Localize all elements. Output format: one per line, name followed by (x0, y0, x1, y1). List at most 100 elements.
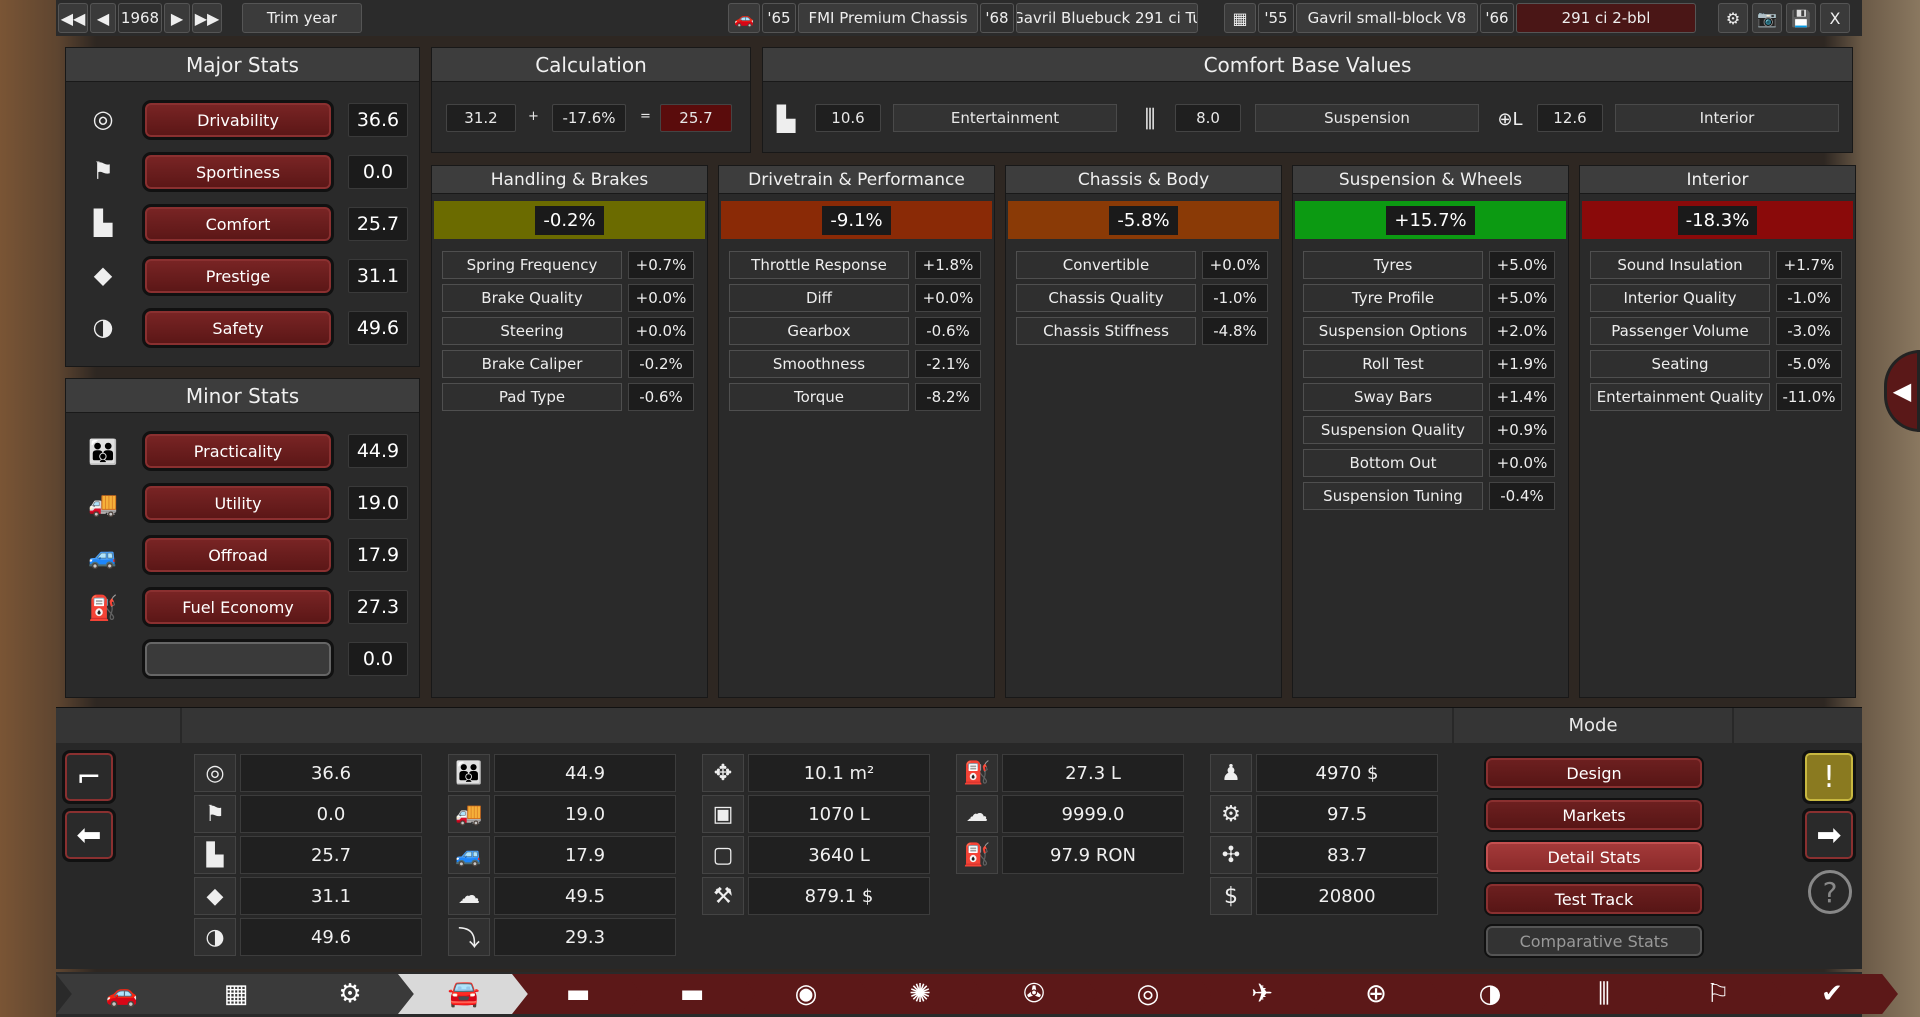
comfort-button[interactable]: Comfort (142, 204, 334, 244)
summary-value: 1070 L (748, 795, 930, 833)
category-total-bar: -5.8% (1008, 201, 1279, 239)
save-button[interactable]: 💾 (1786, 3, 1816, 33)
variant-year: '66 (1480, 3, 1514, 33)
back-button[interactable]: ⬅ (62, 808, 116, 862)
fuel-economy-button[interactable]: Fuel Economy (142, 587, 334, 627)
settings-button[interactable]: ⚙ (1718, 3, 1748, 33)
factor-name[interactable]: Roll Test (1303, 350, 1483, 378)
tab-car-shape[interactable]: 🚘 (398, 974, 530, 1014)
safety-button[interactable]: Safety (142, 308, 334, 348)
mode-markets-button[interactable]: Markets (1484, 798, 1704, 832)
tab-engine-block[interactable]: ▦ (170, 974, 302, 1014)
comfort-value: 25.7 (348, 207, 408, 241)
drivability-button[interactable]: Drivability (142, 100, 334, 140)
practicality-button[interactable]: Practicality (142, 431, 334, 471)
fuel-pump-icon: ⛽ (956, 836, 998, 874)
factor-name[interactable]: Sound Insulation (1590, 251, 1770, 279)
tab-suspension-parts[interactable]: ⚙ (284, 974, 416, 1014)
tyres-icon: ◎ (1136, 979, 1160, 1009)
factor-name[interactable]: Suspension Tuning (1303, 482, 1483, 510)
mode-design-button[interactable]: Design (1484, 756, 1704, 790)
screenshot-button[interactable]: 📷 (1752, 3, 1782, 33)
prestige-button[interactable]: Prestige (142, 256, 334, 296)
gear-icon: ⚙ (1725, 8, 1741, 28)
factor-name[interactable]: Throttle Response (729, 251, 909, 279)
utility-button[interactable]: Utility (142, 483, 334, 523)
calc-modifier: -17.6% (552, 104, 626, 132)
factor-name[interactable]: Tyre Profile (1303, 284, 1483, 312)
category-total-value: -18.3% (1677, 205, 1758, 235)
graph-button[interactable]: ⌐ (62, 750, 116, 804)
tab-safety[interactable]: ◑ (1424, 974, 1556, 1014)
factor-name[interactable]: Gearbox (729, 317, 909, 345)
brakes-icon: ✺ (909, 979, 931, 1009)
factor-value: +0.0% (628, 284, 694, 312)
trim-year-button[interactable]: Trim year (242, 3, 362, 33)
tab-fixtures[interactable]: ▬ (626, 974, 758, 1014)
next-button[interactable]: ➡ (1802, 808, 1856, 862)
offroad-button[interactable]: Offroad (142, 535, 334, 575)
mode-comparative-stats-button: Comparative Stats (1484, 924, 1704, 958)
close-button[interactable]: X (1820, 3, 1850, 33)
tab-car-body[interactable]: 🚗 (56, 974, 188, 1014)
tab-interior[interactable]: ⊕ (1310, 974, 1442, 1014)
summary-value: 25.7 (240, 836, 422, 874)
mode-test-track-button[interactable]: Test Track (1484, 882, 1704, 916)
factor-name[interactable]: Smoothness (729, 350, 909, 378)
factor-name[interactable]: Steering (442, 317, 622, 345)
factor-name[interactable]: Passenger Volume (1590, 317, 1770, 345)
summary-value: 10.1 m² (748, 754, 930, 792)
mode-detail-stats-button[interactable]: Detail Stats (1484, 840, 1704, 874)
variant-name[interactable]: 291 ci 2-bbl (1516, 3, 1696, 33)
factor-name[interactable]: Entertainment Quality (1590, 383, 1770, 411)
factor-name[interactable]: Chassis Stiffness (1016, 317, 1196, 345)
factor-name[interactable]: Spring Frequency (442, 251, 622, 279)
category-panel: Drivetrain & Performance -9.1% Throttle Re… (718, 165, 995, 698)
entertainment-value: 10.6 (815, 104, 881, 132)
car-model-icon[interactable]: 🚗 (728, 3, 760, 33)
tab-aero[interactable]: ✈ (1196, 974, 1328, 1014)
tab-tuning[interactable]: ⫼ (1538, 974, 1670, 1014)
factor-name[interactable]: Suspension Quality (1303, 416, 1483, 444)
tab-seats[interactable]: ▬ (512, 974, 644, 1014)
factor-name[interactable]: Interior Quality (1590, 284, 1770, 312)
engine-icon[interactable]: ▦ (1224, 3, 1256, 33)
year-prev-button[interactable]: ◀ (90, 3, 116, 33)
factor-name[interactable]: Diff (729, 284, 909, 312)
empty-stat-button[interactable] (142, 639, 334, 679)
year-next-button[interactable]: ▶ (164, 3, 190, 33)
tab-wheels[interactable]: ✇ (968, 974, 1100, 1014)
tab-headlights[interactable]: ◉ (740, 974, 872, 1014)
sportiness-button[interactable]: Sportiness (142, 152, 334, 192)
factor-name[interactable]: Brake Caliper (442, 350, 622, 378)
crash-test-icon: ◑ (92, 313, 114, 341)
tab-test[interactable]: ⚐ (1652, 974, 1784, 1014)
fuel-can-icon: ⛽ (956, 754, 998, 792)
tab-tyres[interactable]: ◎ (1082, 974, 1214, 1014)
factor-name[interactable]: Sway Bars (1303, 383, 1483, 411)
factor-name[interactable]: Seating (1590, 350, 1770, 378)
factor-name[interactable]: Bottom Out (1303, 449, 1483, 477)
help-button[interactable]: ? (1808, 870, 1852, 914)
warning-button[interactable]: ! (1802, 750, 1856, 804)
factor-name[interactable]: Pad Type (442, 383, 622, 411)
factor-name[interactable]: Convertible (1016, 251, 1196, 279)
factor-name[interactable]: Brake Quality (442, 284, 622, 312)
chassis-name[interactable]: FMI Premium Chassis (798, 3, 978, 33)
factor-name[interactable]: Torque (729, 383, 909, 411)
factor-name[interactable]: Tyres (1303, 251, 1483, 279)
tab-confirm[interactable]: ✔ (1766, 974, 1898, 1014)
factor-name[interactable]: Chassis Quality (1016, 284, 1196, 312)
category-total-value: -9.1% (822, 205, 891, 235)
year-first-button[interactable]: ◀◀ (58, 3, 88, 33)
factor-name[interactable]: Suspension Options (1303, 317, 1483, 345)
year-last-button[interactable]: ▶▶ (192, 3, 222, 33)
factor-value: -1.0% (1776, 284, 1842, 312)
engine-name[interactable]: Gavril small-block V8 (1296, 3, 1478, 33)
factor-row: Interior Quality -1.0% (1590, 284, 1846, 312)
tab-brakes[interactable]: ✺ (854, 974, 986, 1014)
factor-row: Roll Test +1.9% (1303, 350, 1559, 378)
summary-value: 49.6 (240, 918, 422, 956)
factor-value: +0.0% (915, 284, 981, 312)
body-name[interactable]: Gavril Bluebuck 291 ci Tu (1016, 3, 1198, 33)
